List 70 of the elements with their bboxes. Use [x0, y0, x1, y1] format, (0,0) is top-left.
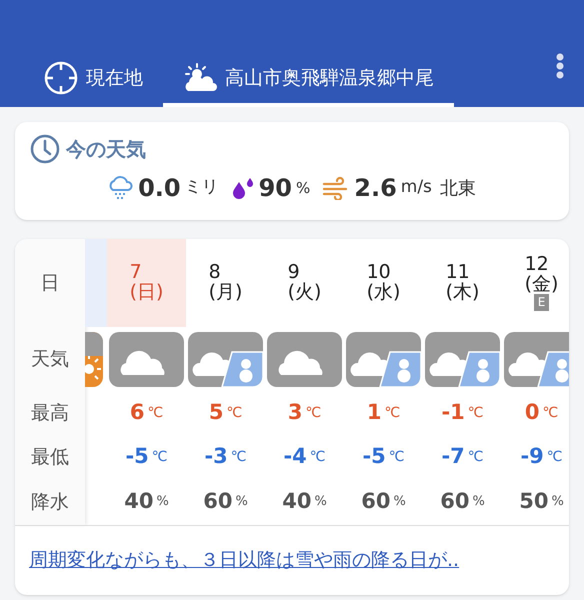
percent-unit: % [393, 493, 406, 512]
low-temp: -3 [204, 443, 228, 470]
precip-value: 0.0 [138, 173, 181, 204]
percent-unit: % [235, 493, 248, 512]
cloud-icon [109, 332, 184, 386]
card-title: 今の天気 [66, 136, 146, 163]
temp-unit: ℃ [468, 404, 484, 422]
percent-unit: % [156, 493, 169, 512]
precip-unit: ミリ [184, 176, 219, 200]
temp-unit: ℃ [468, 448, 484, 466]
drops-icon [230, 176, 255, 200]
wind-direction: 北東 [440, 176, 476, 200]
summary-link[interactable]: 周期変化ながらも、３日以降は雪や雨の降る日が.. [29, 549, 460, 571]
wind-speed: 2.6 [354, 173, 397, 204]
high-temp: 6 [130, 399, 144, 426]
cloud-snowman-icon [425, 332, 500, 386]
temp-unit: ℃ [546, 448, 563, 466]
date-label: 8 (月) [208, 263, 242, 303]
precip-chance: 40 [124, 488, 154, 516]
temp-unit: ℃ [310, 448, 326, 466]
date-label: 9 (火) [288, 263, 322, 303]
location-tab[interactable]: 高山市奥飛騨温泉郷中尾 [163, 59, 454, 107]
date-label: 12 (金) [524, 254, 558, 294]
precip-chance: 60 [203, 488, 232, 516]
temp-unit: ℃ [230, 448, 247, 466]
high-temp: -1 [441, 399, 465, 426]
percent-unit: % [551, 493, 564, 512]
more-menu-icon[interactable] [556, 53, 564, 79]
low-temp: -4 [283, 443, 307, 470]
row-label: 天気 [31, 346, 69, 372]
sun-cloud-icon [183, 63, 217, 93]
temp-unit: ℃ [388, 448, 405, 466]
temp-unit: ℃ [542, 404, 558, 422]
date-label: 7 (日) [130, 263, 164, 303]
humidity-unit: % [296, 178, 310, 199]
precip-chance: 50 [519, 488, 548, 516]
row-label: 日 [40, 270, 60, 296]
rain-cloud-icon [108, 175, 134, 201]
temp-unit: ℃ [305, 404, 322, 422]
low-temp: -5 [125, 443, 149, 470]
location-tab[interactable]: 現在地 [44, 59, 163, 107]
high-temp: 5 [208, 399, 224, 426]
high-temp: 3 [288, 399, 302, 426]
row-label: 降水 [31, 490, 69, 515]
cloud-snowman-icon [346, 332, 421, 386]
cloud-snowman-icon [188, 332, 263, 386]
low-temp: -5 [362, 443, 386, 470]
row-label: 最高 [31, 400, 69, 426]
wind-unit: m/s [400, 176, 432, 200]
precip-chance: 40 [282, 488, 312, 516]
low-temp: -9 [520, 443, 544, 470]
date-label: 11 (木) [446, 263, 480, 303]
cloud-icon [267, 332, 342, 386]
high-temp: 0 [524, 399, 540, 426]
precip-chance: 60 [440, 488, 470, 516]
crosshair-icon [44, 61, 78, 95]
temp-unit: ℃ [152, 448, 168, 466]
temp-unit: ℃ [384, 404, 400, 422]
temp-unit: ℃ [226, 404, 242, 422]
high-temp: 1 [366, 399, 382, 426]
row-label: 最低 [31, 444, 69, 470]
percent-unit: % [472, 493, 485, 512]
percent-unit: % [314, 493, 327, 512]
precip-chance: 60 [361, 488, 390, 516]
date-label: 10 (水) [366, 263, 400, 303]
forecast-badge: E [534, 294, 550, 312]
low-temp: -7 [441, 443, 465, 470]
humidity-value: 90 [258, 173, 292, 204]
temp-unit: ℃ [147, 404, 164, 422]
clock-icon [30, 134, 60, 164]
